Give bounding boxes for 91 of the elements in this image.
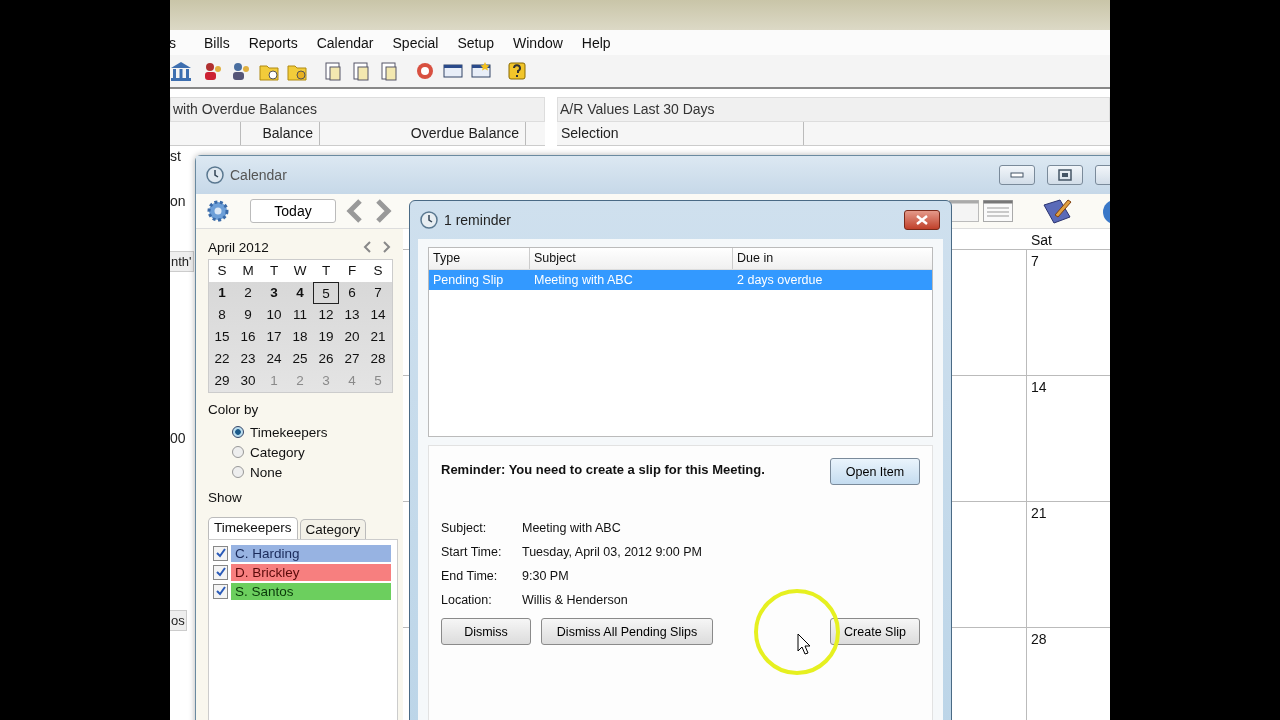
panel-title: A/R Values Last 30 Days <box>557 97 1110 122</box>
weekday-label: M <box>241 262 255 280</box>
calendar-day[interactable]: 27 <box>339 348 365 370</box>
day-number: 21 <box>1031 505 1047 521</box>
field-label: Location: <box>441 592 493 608</box>
field-value: Willis & Henderson <box>522 592 629 608</box>
calendar-day[interactable]: 29 <box>209 370 235 392</box>
calendar-day[interactable]: 14 <box>365 304 391 326</box>
window-title: Calendar <box>230 167 287 183</box>
field-value: Meeting with ABC <box>522 520 622 536</box>
background-text: 00 <box>170 430 186 446</box>
column-header[interactable]: Due in <box>733 248 932 269</box>
radio-label[interactable]: None <box>250 464 283 480</box>
calendar-day[interactable]: 15 <box>209 326 235 348</box>
calendar-day[interactable]: 9 <box>235 304 261 326</box>
calendar-day[interactable]: 6 <box>339 282 365 304</box>
calendar-day[interactable]: 5 <box>313 282 339 304</box>
weekday-label: S <box>372 262 384 280</box>
dismiss-button[interactable]: Dismiss All Pending Slips <box>541 618 713 645</box>
panel-title: with Overdue Balances <box>170 97 545 122</box>
background-text: os <box>170 610 187 631</box>
weekday-label: W <box>292 262 308 280</box>
table-cell-text: Meeting with ABC <box>533 272 634 289</box>
weekday-label: T <box>268 262 280 280</box>
today-button[interactable]: Today <box>250 199 336 223</box>
background-text: st <box>170 148 181 164</box>
menu-item[interactable]: Bills <box>204 34 230 51</box>
calendar-day[interactable]: 18 <box>287 326 313 348</box>
month-label: April 2012 <box>208 239 269 255</box>
field-label: Start Time: <box>441 544 503 560</box>
background-text: nth' <box>170 251 194 272</box>
calendar-day[interactable]: 7 <box>365 282 391 304</box>
dismiss-button[interactable]: Dismiss <box>441 618 531 645</box>
weekday-label: S <box>216 262 228 280</box>
day-number: 14 <box>1031 379 1047 395</box>
calendar-day[interactable]: 30 <box>235 370 261 392</box>
weekday-label: F <box>346 262 358 280</box>
menu-item[interactable]: Help <box>581 34 611 51</box>
calendar-day[interactable]: 26 <box>313 348 339 370</box>
timekeeper-item[interactable]: C. Harding <box>231 545 391 562</box>
column-header[interactable]: Subject <box>530 248 733 269</box>
calendar-day[interactable]: 22 <box>209 348 235 370</box>
calendar-day[interactable]: 12 <box>313 304 339 326</box>
menu-item[interactable]: Calendar <box>316 34 374 51</box>
weekday-header: Sat <box>1031 232 1052 248</box>
calendar-day[interactable]: 19 <box>313 326 339 348</box>
tab[interactable]: Timekeepers <box>208 517 298 539</box>
calendar-day[interactable]: 16 <box>235 326 261 348</box>
timekeeper-item[interactable]: D. Brickley <box>231 564 391 581</box>
calendar-day[interactable]: 23 <box>235 348 261 370</box>
menu-item[interactable]: Special <box>392 34 439 51</box>
create-slip-button[interactable]: Create Slip <box>830 618 920 645</box>
calendar-day[interactable]: 3 <box>261 282 287 304</box>
timekeeper-item[interactable]: S. Santos <box>231 583 391 600</box>
open-item-button[interactable]: Open Item <box>830 458 920 485</box>
field-value: Tuesday, April 03, 2012 9:00 PM <box>522 544 703 560</box>
field-value: 9:30 PM <box>522 568 570 584</box>
calendar-day[interactable]: 13 <box>339 304 365 326</box>
background-text: on <box>170 193 186 209</box>
field-label: End Time: <box>441 568 499 584</box>
calendar-day[interactable]: 4 <box>287 282 313 304</box>
calendar-day[interactable]: 17 <box>261 326 287 348</box>
day-number: 28 <box>1031 631 1047 647</box>
table-cell-text: Pending Slip <box>432 272 505 289</box>
column-header[interactable]: Type <box>429 248 530 269</box>
reminder-message: Reminder: You need to create a slip for this Meeting. <box>441 461 766 477</box>
radio-label[interactable]: Category <box>250 444 305 460</box>
calendar-day[interactable]: 24 <box>261 348 287 370</box>
day-number: 7 <box>1031 253 1039 269</box>
field-label: Subject: <box>441 520 488 536</box>
calendar-day[interactable]: 8 <box>209 304 235 326</box>
calendar-day[interactable]: 25 <box>287 348 313 370</box>
calendar-day[interactable]: 2 <box>235 282 261 304</box>
calendar-day[interactable]: 11 <box>287 304 313 326</box>
weekday-label: T <box>320 262 332 280</box>
dialog-title: 1 reminder <box>444 212 511 228</box>
calendar-day[interactable]: 20 <box>339 326 365 348</box>
menu-item[interactable]: Setup <box>457 34 495 51</box>
radio-label[interactable]: Timekeepers <box>250 424 328 440</box>
table-cell-text: 2 days overdue <box>736 272 824 289</box>
menu-item[interactable]: Reports <box>248 34 298 51</box>
calendar-day[interactable]: 10 <box>261 304 287 326</box>
section-label: Color by <box>208 402 260 419</box>
column-header[interactable]: Overdue Balance <box>320 122 526 145</box>
calendar-day[interactable]: 28 <box>365 348 391 370</box>
column-header[interactable]: Balance <box>241 122 320 145</box>
calendar-day[interactable]: 21 <box>365 326 391 348</box>
tab[interactable]: Category <box>299 519 367 539</box>
menu-item[interactable]: Window <box>513 34 563 51</box>
calendar-day[interactable]: 1 <box>209 282 235 304</box>
section-label: Show <box>208 490 243 507</box>
